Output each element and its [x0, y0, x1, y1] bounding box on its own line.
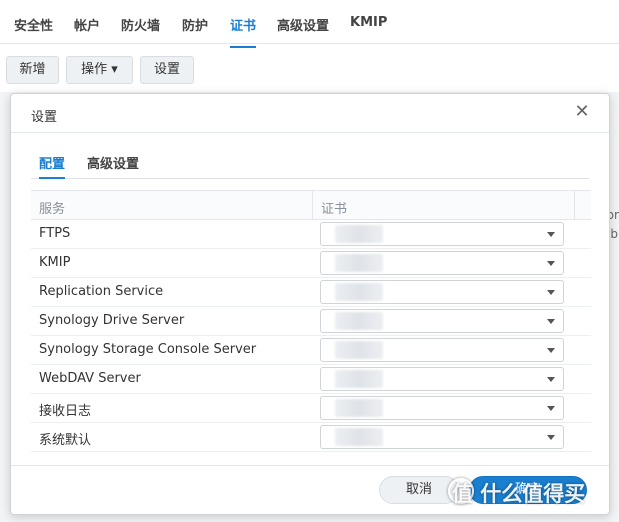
chevron-down-icon: [547, 406, 555, 411]
column-header-service[interactable]: 服务: [39, 198, 65, 217]
chevron-down-icon: [547, 377, 555, 382]
column-divider: [574, 191, 575, 220]
tab-certificate[interactable]: 证书: [230, 15, 257, 48]
redacted-certificate: [335, 370, 383, 388]
add-button[interactable]: 新增: [6, 56, 59, 84]
cancel-button[interactable]: 取消: [379, 476, 459, 504]
column-divider: [312, 191, 313, 220]
redacted-certificate: [335, 428, 383, 446]
redacted-certificate: [335, 312, 383, 330]
divider: [11, 132, 609, 133]
tab-kmip[interactable]: KMIP: [350, 15, 387, 30]
table-header: 服务 证书: [31, 190, 591, 220]
close-icon[interactable]: ✕: [573, 103, 591, 121]
footer-divider: [11, 465, 609, 466]
certificate-select[interactable]: [320, 309, 564, 333]
certificate-select[interactable]: [320, 425, 564, 449]
tab-security[interactable]: 安全性: [14, 15, 53, 34]
service-name: 接收日志: [39, 404, 92, 419]
watermark: 值 什么值得买: [452, 482, 586, 506]
table-row: Synology Storage Console Server: [31, 336, 591, 365]
service-name: WebDAV Server: [39, 371, 141, 386]
certificate-select[interactable]: [320, 367, 564, 391]
chevron-down-icon: [547, 232, 555, 237]
service-name: KMIP: [39, 255, 71, 270]
chevron-down-icon: [547, 261, 555, 266]
table-row: FTPS: [31, 220, 591, 249]
table-row: Synology Drive Server: [31, 307, 591, 336]
tab-advanced[interactable]: 高级设置: [277, 15, 329, 34]
column-header-certificate[interactable]: 证书: [321, 198, 347, 217]
service-name: Synology Storage Console Server: [39, 342, 257, 357]
dialog-title: 设置: [31, 110, 58, 125]
settings-dialog: 设置 ✕ 配置 高级设置 服务 证书 FTPS KMIP Replication…: [10, 93, 610, 515]
tab-config[interactable]: 配置: [39, 153, 65, 172]
tab-advanced-settings[interactable]: 高级设置: [87, 153, 139, 172]
tab-protection[interactable]: 防护: [182, 15, 208, 34]
redacted-certificate: [335, 399, 383, 417]
certificate-select[interactable]: [320, 280, 564, 304]
service-certificate-table: 服务 证书 FTPS KMIP Replication Service Syno…: [31, 190, 591, 452]
chevron-down-icon: [547, 348, 555, 353]
service-name: Synology Drive Server: [39, 313, 185, 328]
certificate-select[interactable]: [320, 338, 564, 362]
certificate-select[interactable]: [320, 396, 564, 420]
table-row: KMIP: [31, 249, 591, 278]
certificate-select[interactable]: [320, 251, 564, 275]
redacted-certificate: [335, 225, 383, 243]
certificate-select[interactable]: [320, 222, 564, 246]
redacted-certificate: [335, 341, 383, 359]
redacted-certificate: [335, 283, 383, 301]
tab-firewall[interactable]: 防火墙: [121, 15, 160, 34]
chevron-down-icon: [547, 290, 555, 295]
service-name: Replication Service: [39, 284, 164, 299]
settings-button[interactable]: 设置: [140, 56, 194, 84]
top-tab-bar: 安全性 帐户 防火墙 防护 证书 高级设置 KMIP: [0, 0, 619, 48]
tab-divider: [31, 178, 589, 179]
table-row: 系统默认: [31, 423, 591, 452]
active-tab-indicator: [39, 177, 65, 179]
chevron-down-icon: [547, 319, 555, 324]
service-name: 系统默认: [39, 433, 92, 448]
redacted-certificate: [335, 254, 383, 272]
tab-account[interactable]: 帐户: [74, 15, 100, 34]
table-row: Replication Service: [31, 278, 591, 307]
table-row: WebDAV Server: [31, 365, 591, 394]
chevron-down-icon: [547, 435, 555, 440]
table-row: 接收日志: [31, 394, 591, 423]
action-menu-button[interactable]: 操作 ▾: [66, 56, 133, 84]
service-name: FTPS: [39, 226, 71, 241]
